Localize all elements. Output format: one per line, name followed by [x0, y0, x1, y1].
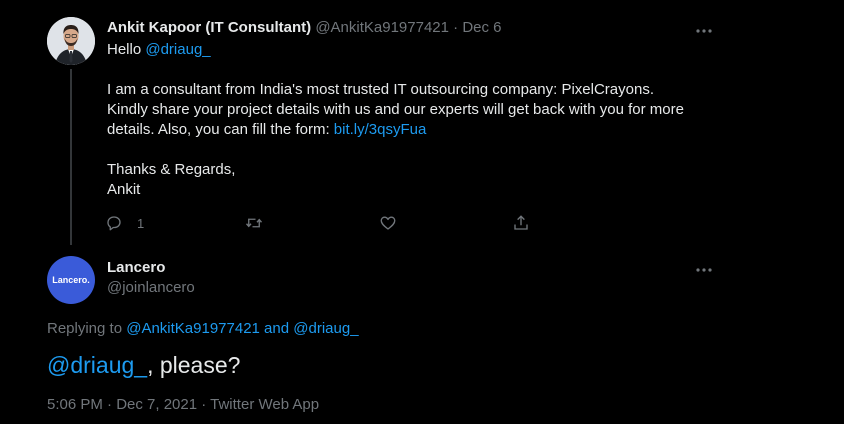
- retweet-icon: [245, 218, 263, 228]
- body-line-1: I am a consultant from India's most trus…: [107, 81, 654, 98]
- like-button[interactable]: [379, 212, 397, 234]
- tweet-text: Hello @driaug_ I am a consultant from In…: [107, 40, 707, 200]
- tweet-lancero[interactable]: Lancero. Lancero @joinlancero Replying t…: [0, 245, 844, 424]
- tweet-ankit[interactable]: Ankit Kapoor (IT Consultant) @AnkitKa919…: [0, 0, 844, 245]
- handle[interactable]: @AnkitKa91977421: [315, 19, 449, 36]
- reply-icon: [107, 216, 121, 231]
- more-horizontal-icon[interactable]: [696, 263, 718, 273]
- body-line-2: Kindly share your project details with u…: [107, 101, 684, 118]
- display-name[interactable]: Ankit Kapoor (IT Consultant): [107, 19, 311, 36]
- body-line-3-text: details. Also, you can fill the form:: [107, 121, 334, 138]
- handle[interactable]: @joinlancero: [107, 278, 195, 298]
- avatar-logo-text: Lancero.: [52, 275, 90, 285]
- signature-name: Ankit: [107, 181, 141, 198]
- sign-off: Thanks & Regards,: [107, 161, 236, 178]
- body-line-3: details. Also, you can fill the form: bi…: [107, 120, 707, 140]
- avatar-ankit[interactable]: [47, 17, 95, 65]
- tweet-metadata[interactable]: 5:06 PM · Dec 7, 2021 · Twitter Web App: [47, 395, 319, 415]
- mention-link[interactable]: @driaug_: [145, 41, 210, 58]
- thread-line: [70, 69, 72, 245]
- heart-icon: [380, 216, 396, 230]
- tweet-actions: 1: [105, 212, 545, 234]
- profile-photo-icon: [47, 17, 95, 65]
- share-button[interactable]: [512, 212, 530, 234]
- timestamp[interactable]: Dec 6: [462, 19, 501, 36]
- greeting-line: Hello @driaug_: [107, 40, 707, 60]
- reply-to-mention-1[interactable]: @AnkitKa91977421: [126, 320, 260, 337]
- reply-button[interactable]: 1: [105, 212, 144, 234]
- reply-and-text: and: [259, 320, 294, 337]
- share-icon: [514, 215, 528, 230]
- tweet-header: Ankit Kapoor (IT Consultant) @AnkitKa919…: [107, 18, 502, 38]
- separator: ·: [453, 19, 459, 36]
- reply-count: 1: [137, 215, 145, 231]
- display-name[interactable]: Lancero: [107, 258, 165, 278]
- replying-label: Replying to: [47, 320, 127, 337]
- retweet-button[interactable]: [245, 212, 263, 234]
- mention-link[interactable]: @driaug_: [47, 352, 147, 378]
- avatar-lancero[interactable]: Lancero.: [47, 256, 95, 304]
- more-horizontal-icon[interactable]: [696, 24, 718, 34]
- replying-to: Replying to @AnkitKa91977421 and @driaug…: [47, 319, 359, 339]
- greeting-text: Hello: [107, 41, 146, 58]
- tweet-text: @driaug_, please?: [47, 351, 240, 379]
- tweet-text-rest: , please?: [147, 352, 241, 378]
- form-link[interactable]: bit.ly/3qsyFua: [334, 121, 427, 138]
- reply-to-mention-2[interactable]: @driaug_: [293, 320, 358, 337]
